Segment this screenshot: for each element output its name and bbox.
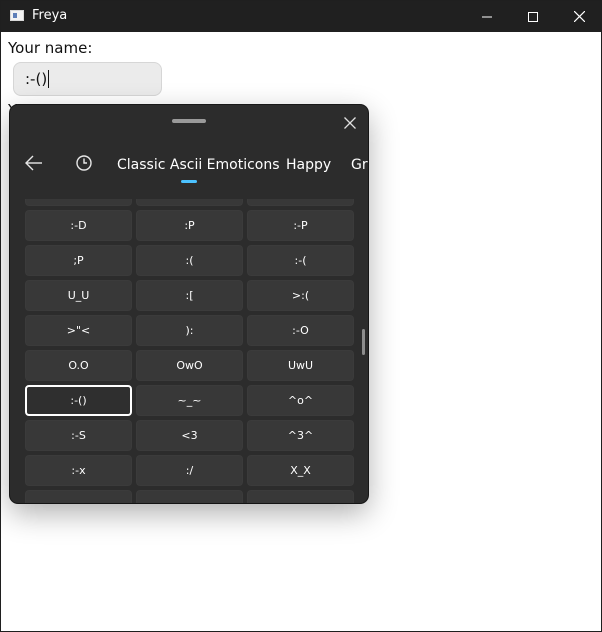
emoticon-key[interactable] [136, 490, 243, 503]
back-arrow-icon [25, 155, 42, 171]
name-label: Your name: [8, 39, 93, 57]
back-button[interactable] [22, 151, 46, 175]
close-icon [344, 117, 356, 129]
emoticon-key[interactable]: :-) [25, 199, 132, 206]
maximize-button[interactable] [510, 1, 556, 32]
emoticon-key[interactable]: :-() [25, 385, 132, 416]
emoticon-key[interactable]: UwU [247, 350, 354, 381]
name-input[interactable]: :-() [13, 62, 162, 96]
text-caret [48, 70, 50, 88]
minimize-button[interactable] [464, 1, 510, 32]
app-icon [10, 10, 24, 21]
emoticon-grid-area: :-):D^u^:-D:P:-P;P:(:-(U_U:[>:(>"<)::-OO… [10, 199, 368, 503]
emoticon-key[interactable]: :-D [25, 210, 132, 241]
recent-button[interactable] [72, 151, 96, 175]
emoticon-key[interactable]: :-x [25, 455, 132, 486]
emoticon-key[interactable]: :-( [247, 245, 354, 276]
drag-handle[interactable] [172, 119, 206, 123]
emoticon-key[interactable]: ^o^ [247, 385, 354, 416]
emoticon-key[interactable]: ;P [25, 245, 132, 276]
selected-tab-indicator [181, 180, 197, 183]
emoticon-grid: :-):D^u^:-D:P:-P;P:(:-(U_U:[>:(>"<)::-OO… [25, 199, 354, 503]
emoticon-key[interactable]: :-O [247, 315, 354, 346]
emoticon-key[interactable]: ^3^ [247, 420, 354, 451]
emoticon-key[interactable]: <3 [136, 420, 243, 451]
emoticon-key[interactable]: :( [136, 245, 243, 276]
tab-more[interactable]: Gr [351, 156, 368, 174]
close-icon [573, 11, 585, 22]
app-window: Freya Your name: :-() Y Classic Ascii Em… [0, 0, 602, 632]
emoticon-key[interactable]: U_U [25, 280, 132, 311]
emoticon-key[interactable]: :P [136, 210, 243, 241]
emoticon-key[interactable]: :-P [247, 210, 354, 241]
emoticon-key[interactable] [25, 490, 132, 503]
scrollbar-thumb[interactable] [362, 329, 365, 355]
emoticon-key[interactable]: ): [136, 315, 243, 346]
panel-close-button[interactable] [338, 111, 362, 135]
emoticon-key[interactable]: OwO [136, 350, 243, 381]
emoticon-key[interactable]: ~_~ [136, 385, 243, 416]
emoticon-key[interactable]: O.O [25, 350, 132, 381]
name-input-value: :-() [25, 70, 48, 88]
emoticon-key[interactable]: :[ [136, 280, 243, 311]
close-window-button[interactable] [556, 1, 601, 32]
clock-icon [76, 155, 92, 171]
tab-happy[interactable]: Happy [286, 156, 331, 174]
emoticon-key[interactable]: :-S [25, 420, 132, 451]
emoticon-key[interactable]: :D [136, 199, 243, 206]
minimize-icon [482, 16, 492, 17]
emoticon-key[interactable]: X_X [247, 455, 354, 486]
emoticon-key[interactable] [247, 490, 354, 503]
title-bar: Freya [1, 1, 601, 32]
emoji-panel: Classic Ascii Emoticons Happy Gr :-) :D ^u… [10, 105, 368, 503]
emoticon-key[interactable]: >"< [25, 315, 132, 346]
tab-classic-ascii-emoticons[interactable]: Classic Ascii Emoticons [117, 156, 280, 174]
maximize-icon [528, 11, 538, 22]
emoticon-key[interactable]: >:( [247, 280, 354, 311]
emoticon-key[interactable]: :/ [136, 455, 243, 486]
emoticon-key[interactable]: ^u^ [247, 199, 354, 206]
window-title: Freya [32, 8, 68, 23]
